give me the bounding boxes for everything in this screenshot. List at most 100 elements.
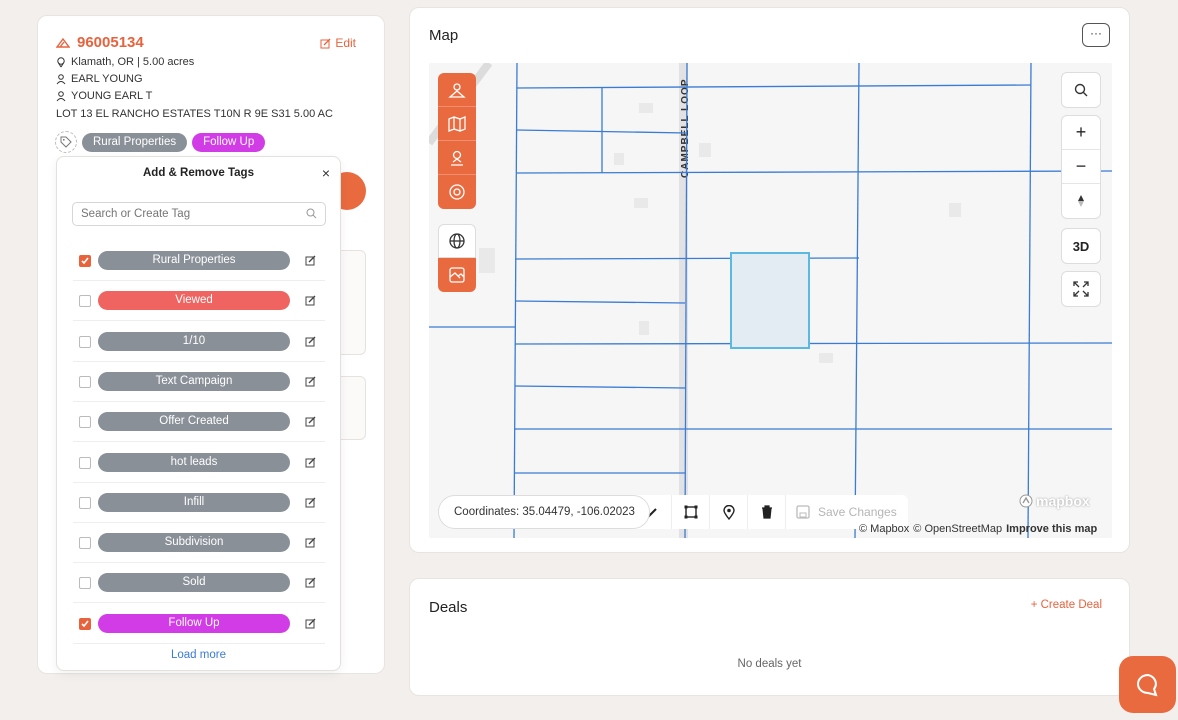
map-tools-group [438,73,476,209]
edit-tag-icon[interactable] [305,616,316,634]
tag-list-item: hot leads [73,443,325,483]
create-deal-button[interactable]: + Create Deal [1031,599,1102,611]
map-attribution: © Mapbox © OpenStreetMap Improve this ma… [859,523,1097,535]
tag-checkbox[interactable] [79,456,91,469]
tag-search-input[interactable] [72,202,326,226]
tag-pill[interactable]: Subdivision [98,533,290,553]
map-pin-icon [57,56,65,67]
person-icon [56,90,66,101]
target-icon[interactable] [438,175,476,209]
map-card: Map ··· CAMPBELL LOOP + − 3D Save Change… [409,7,1130,553]
owner-line-2: YOUNG EARL T [56,90,152,102]
edit-tag-icon[interactable] [305,495,316,513]
chat-support-button[interactable] [1119,656,1176,713]
edit-tag-icon[interactable] [305,575,316,593]
tag-pill[interactable]: Follow Up [98,613,290,633]
tag-list-item: Subdivision [73,523,325,564]
close-icon[interactable]: × [322,165,330,181]
property-header: 96005134 [56,34,144,51]
satellite-toggle-icon[interactable] [438,258,476,292]
property-id[interactable]: 96005134 [77,34,144,51]
tag-icon[interactable] [55,131,77,153]
polygon-icon[interactable] [672,495,710,529]
tag-checkbox[interactable] [79,375,91,388]
map-canvas[interactable]: CAMPBELL LOOP + − 3D Save Changes Coordi… [429,63,1112,538]
3d-button[interactable]: 3D [1062,229,1100,263]
compass-icon[interactable] [1062,184,1100,218]
deals-title: Deals [429,599,468,616]
edit-tag-icon[interactable] [305,455,316,473]
fullscreen-icon[interactable] [1062,272,1100,306]
tag-chip-follow-up[interactable]: Follow Up [192,132,266,152]
tag-list-item: Follow Up [73,604,325,644]
tag-pill[interactable]: Text Campaign [98,371,290,391]
tag-checkbox[interactable] [79,416,91,429]
no-deals-text: No deals yet [737,658,802,670]
globe-icon[interactable] [438,224,476,258]
tag-checkbox[interactable] [79,537,91,550]
tag-list-item: 1/10 [73,322,325,362]
zoom-controls: + − [1061,115,1101,219]
tag-list-item: Infill [73,483,325,523]
tag-checkbox[interactable] [79,335,91,348]
improve-map-link[interactable]: Improve this map [1006,523,1097,535]
selected-parcel[interactable] [730,252,810,349]
tag-checkbox[interactable] [79,255,91,267]
edit-button[interactable]: Edit [320,36,356,50]
person-icon [56,73,66,84]
edit-tag-icon[interactable] [305,535,316,553]
owner-name-1: EARL YOUNG [71,73,143,85]
edit-tag-icon[interactable] [305,374,316,392]
edit-tag-icon[interactable] [305,253,316,271]
legal-text: LOT 13 EL RANCHO ESTATES T10N R 9E S31 5… [56,108,333,120]
tag-chip-rural-properties[interactable]: Rural Properties [82,132,188,152]
zoom-in-button[interactable]: + [1062,116,1100,150]
location-line: Klamath, OR | 5.00 acres [56,56,194,68]
map-layers-icon[interactable] [438,107,476,141]
edit-tag-icon[interactable] [305,414,316,432]
mapbox-logo-text: mapbox [1036,493,1090,509]
deals-card: Deals + Create Deal No deals yet [409,578,1130,696]
tag-pill[interactable]: hot leads [98,452,290,472]
load-more-link[interactable]: Load more [57,649,340,661]
tag-popup: Add & Remove Tags × Rural Properties View… [56,156,341,671]
attribution-osm[interactable]: © OpenStreetMap [913,523,1002,535]
save-icon [796,505,810,519]
tag-list-item: Offer Created [73,402,325,443]
tag-list-item: Sold [73,563,325,604]
tag-checkbox[interactable] [79,496,91,509]
tag-pill[interactable]: Infill [98,492,290,512]
tag-pill[interactable]: 1/10 [98,331,290,351]
tag-checkbox[interactable] [79,295,91,308]
location-text: Klamath, OR | 5.00 acres [71,56,195,68]
property-tags: Rural Properties Follow Up [55,131,266,153]
edit-icon [320,38,331,48]
edit-tag-icon[interactable] [305,293,316,311]
save-changes-label: Save Changes [818,505,897,519]
tag-pill[interactable]: Viewed [98,291,290,311]
tag-checkbox[interactable] [79,617,91,630]
land-icon [56,37,70,48]
fullscreen-control [1061,271,1101,307]
coordinates-readout: Coordinates: 35.04479, -106.02023 [438,495,650,529]
nearby-icon[interactable] [438,141,476,175]
mapbox-logo: mapbox [1019,493,1090,509]
tag-pill[interactable]: Offer Created [98,412,290,432]
more-options-button[interactable]: ··· [1082,23,1110,47]
edit-tag-icon[interactable] [305,334,316,352]
comps-icon[interactable] [438,73,476,107]
parcel-lines: CAMPBELL LOOP [429,63,1112,538]
trash-icon[interactable] [748,495,786,529]
marker-icon[interactable] [710,495,748,529]
save-changes-button[interactable]: Save Changes [786,505,897,519]
chat-icon [1136,673,1158,696]
legal-description: LOT 13 EL RANCHO ESTATES T10N R 9E S31 5… [56,108,333,120]
attribution-mapbox[interactable]: © Mapbox [859,523,909,535]
tag-checkbox[interactable] [79,577,91,590]
tag-pill[interactable]: Rural Properties [98,251,290,270]
3d-control: 3D [1061,228,1101,264]
search-icon[interactable] [1062,73,1100,107]
owner-name-2: YOUNG EARL T [71,90,153,102]
tag-pill[interactable]: Sold [98,573,290,593]
zoom-out-button[interactable]: − [1062,150,1100,184]
